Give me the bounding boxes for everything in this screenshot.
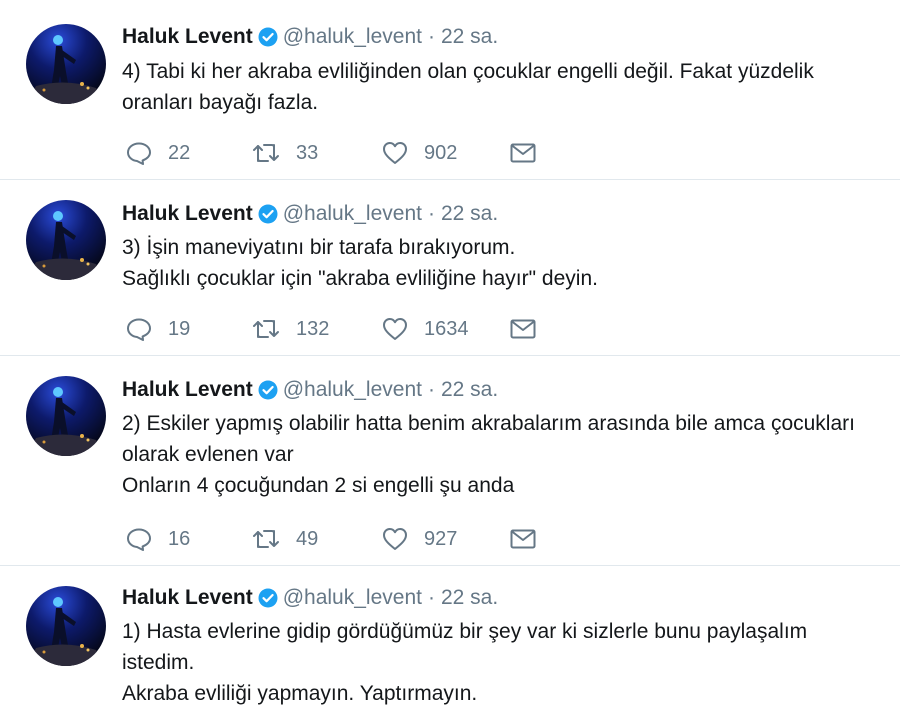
- tweet-text: 4) Tabi ki her akraba evliliğinden olan …: [122, 56, 892, 118]
- author-handle[interactable]: @haluk_levent: [283, 586, 422, 610]
- tweet-header: Haluk Levent @haluk_levent · 22 sa.: [122, 378, 498, 402]
- reply-button[interactable]: 16: [126, 527, 252, 551]
- reply-icon: [127, 318, 151, 341]
- reply-button[interactable]: 19: [126, 317, 252, 341]
- tweet-text-line: 3) İşin maneviyatını bir tarafa bırakıyo…: [122, 236, 516, 259]
- tweet[interactable]: Haluk Levent @haluk_levent · 22 sa. 4) T…: [0, 0, 900, 180]
- like-count: 902: [424, 141, 458, 164]
- avatar[interactable]: [26, 200, 106, 280]
- tweet[interactable]: Haluk Levent @haluk_levent · 22 sa. 1) H…: [0, 566, 900, 716]
- author-name[interactable]: Haluk Levent: [122, 378, 253, 402]
- avatar[interactable]: [26, 586, 106, 666]
- tweet-text-line: 4) Tabi ki her akraba evliliğinden olan …: [122, 60, 814, 83]
- tweet-text-line: 1) Hasta evlerine gidip gördüğümüz bir ş…: [122, 620, 808, 643]
- reply-count: 19: [168, 317, 191, 340]
- reply-icon: [127, 528, 151, 551]
- retweet-count: 132: [296, 317, 330, 340]
- timestamp[interactable]: 22 sa.: [441, 202, 498, 226]
- avatar-image: [26, 200, 106, 280]
- direct-message-button[interactable]: [510, 528, 536, 550]
- tweet-text-line: oranları bayağı fazla.: [122, 91, 319, 114]
- timestamp[interactable]: 22 sa.: [441, 25, 498, 49]
- author-name[interactable]: Haluk Levent: [122, 586, 253, 610]
- reply-button[interactable]: 22: [126, 141, 252, 165]
- reply-count: 22: [168, 141, 191, 164]
- tweet-text: 3) İşin maneviyatını bir tarafa bırakıyo…: [122, 232, 892, 294]
- retweet-button[interactable]: 33: [252, 142, 382, 165]
- author-name[interactable]: Haluk Levent: [122, 202, 253, 226]
- tweet-header: Haluk Levent @haluk_levent · 22 sa.: [122, 25, 498, 49]
- avatar-image: [26, 586, 106, 666]
- header-separator: ·: [427, 25, 435, 48]
- author-handle[interactable]: @haluk_levent: [283, 25, 422, 49]
- tweet-text-line: olarak evlenen var: [122, 443, 294, 466]
- author-handle[interactable]: @haluk_levent: [283, 378, 422, 402]
- heart-icon: [383, 142, 407, 164]
- like-button[interactable]: 902: [382, 141, 510, 165]
- verified-badge-icon: [258, 380, 278, 400]
- avatar[interactable]: [26, 376, 106, 456]
- envelope-icon: [510, 319, 536, 339]
- tweet-text-line: Sağlıklı çocuklar için "akraba evliliğin…: [122, 267, 598, 290]
- verified-badge-icon: [258, 204, 278, 224]
- verified-badge-icon: [258, 27, 278, 47]
- tweet-actions: 22 33 902: [126, 140, 536, 166]
- tweet-text: 1) Hasta evlerine gidip gördüğümüz bir ş…: [122, 616, 892, 709]
- avatar[interactable]: [26, 24, 106, 104]
- author-handle[interactable]: @haluk_levent: [283, 202, 422, 226]
- like-button[interactable]: 927: [382, 527, 510, 551]
- retweet-button[interactable]: 132: [252, 318, 382, 341]
- retweet-count: 49: [296, 527, 319, 550]
- avatar-image: [26, 24, 106, 104]
- like-count: 1634: [424, 317, 469, 340]
- author-name[interactable]: Haluk Levent: [122, 25, 253, 49]
- header-separator: ·: [427, 586, 435, 609]
- tweet-header: Haluk Levent @haluk_levent · 22 sa.: [122, 586, 498, 610]
- timestamp[interactable]: 22 sa.: [441, 586, 498, 610]
- tweet-feed: Haluk Levent @haluk_levent · 22 sa. 4) T…: [0, 0, 900, 716]
- retweet-icon: [253, 320, 279, 338]
- retweet-button[interactable]: 49: [252, 528, 382, 551]
- tweet-actions: 19 132 1634: [126, 316, 536, 342]
- envelope-icon: [510, 143, 536, 163]
- retweet-icon: [253, 144, 279, 162]
- heart-icon: [383, 318, 407, 340]
- direct-message-button[interactable]: [510, 318, 536, 340]
- tweet[interactable]: Haluk Levent @haluk_levent · 22 sa. 2) E…: [0, 356, 900, 566]
- tweet-text-line: istedim.: [122, 651, 195, 674]
- tweet-header: Haluk Levent @haluk_levent · 22 sa.: [122, 202, 498, 226]
- like-count: 927: [424, 527, 458, 550]
- retweet-icon: [253, 530, 279, 548]
- retweet-count: 33: [296, 141, 319, 164]
- like-button[interactable]: 1634: [382, 317, 510, 341]
- header-separator: ·: [427, 202, 435, 225]
- timestamp[interactable]: 22 sa.: [441, 378, 498, 402]
- heart-icon: [383, 528, 407, 550]
- header-separator: ·: [427, 378, 435, 401]
- direct-message-button[interactable]: [510, 142, 536, 164]
- tweet[interactable]: Haluk Levent @haluk_levent · 22 sa. 3) İ…: [0, 180, 900, 356]
- reply-count: 16: [168, 527, 191, 550]
- verified-badge-icon: [258, 588, 278, 608]
- reply-icon: [127, 142, 151, 165]
- tweet-text-line: Akraba evliliği yapmayın. Yaptırmayın.: [122, 682, 478, 705]
- tweet-actions: 16 49 927: [126, 526, 536, 552]
- tweet-text-line: Onların 4 çocuğundan 2 si engelli şu and…: [122, 474, 515, 497]
- avatar-image: [26, 376, 106, 456]
- tweet-text: 2) Eskiler yapmış olabilir hatta benim a…: [122, 408, 892, 501]
- tweet-text-line: 2) Eskiler yapmış olabilir hatta benim a…: [122, 412, 855, 435]
- envelope-icon: [510, 529, 536, 549]
